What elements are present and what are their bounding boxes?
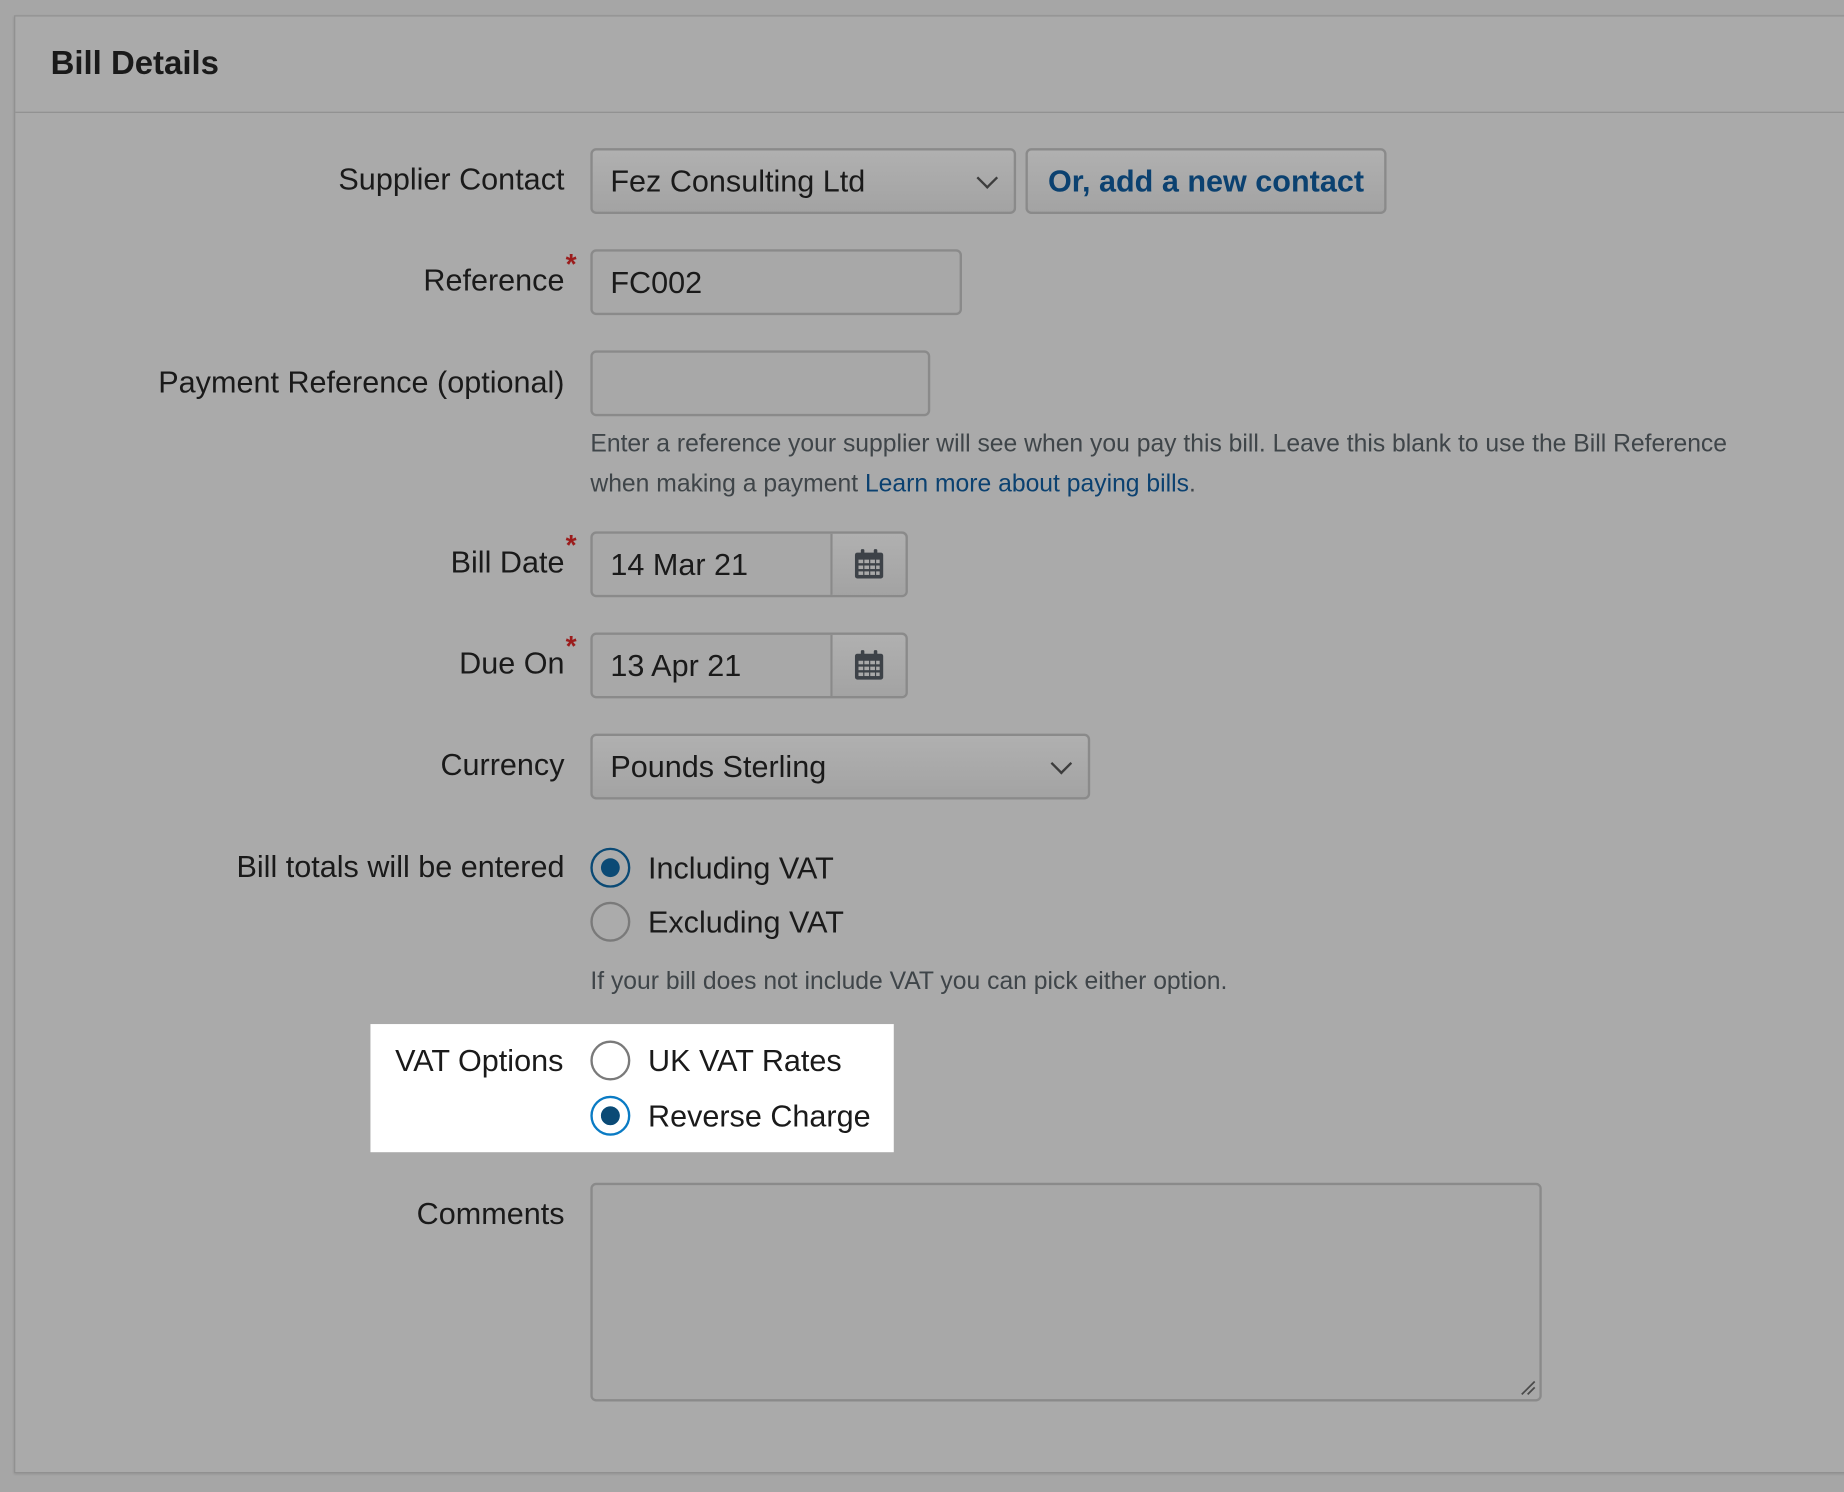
learn-more-paying-bills-link[interactable]: Learn more about paying bills: [865, 470, 1189, 497]
page-stage: Bill Details Supplier Contact Fez Consul…: [0, 0, 1844, 1492]
reference-value: FC002: [610, 263, 703, 300]
payment-reference-label: Payment Reference (optional): [158, 364, 565, 400]
due-on-label: Due On: [459, 645, 565, 681]
comments-label: Comments: [416, 1195, 565, 1231]
due-on-input[interactable]: 13 Apr 21: [593, 635, 831, 696]
uk-vat-rates-radio[interactable]: [590, 1040, 631, 1081]
chevron-down-icon: [976, 167, 999, 189]
reference-input[interactable]: FC002: [590, 249, 962, 316]
uk-vat-rates-option[interactable]: UK VAT Rates: [590, 1039, 842, 1081]
comments-textarea[interactable]: [590, 1182, 1542, 1402]
panel-title: Bill Details: [50, 44, 219, 82]
reference-label: Reference: [423, 262, 565, 298]
uk-vat-rates-label: UK VAT Rates: [647, 1042, 842, 1078]
bill-totals-help: If your bill does not include VAT you ca…: [590, 967, 1228, 995]
reverse-charge-option[interactable]: Reverse Charge: [590, 1095, 871, 1137]
bill-date-field: 14 Mar 21: [590, 531, 908, 598]
vat-options-label: VAT Options: [395, 1042, 564, 1079]
excluding-vat-radio[interactable]: [590, 901, 631, 942]
supplier-contact-label: Supplier Contact: [338, 161, 565, 197]
excluding-vat-option[interactable]: Excluding VAT: [590, 901, 844, 943]
bill-totals-label: Bill totals will be entered: [236, 848, 565, 885]
supplier-contact-select[interactable]: Fez Consulting Ltd: [590, 148, 1017, 214]
supplier-contact-value: Fez Consulting Ltd: [610, 162, 866, 199]
currency-label: Currency: [440, 746, 565, 782]
reverse-charge-radio-dot: [600, 1106, 620, 1126]
bill-date-label: Bill Date: [450, 544, 565, 580]
chevron-down-icon: [1050, 752, 1073, 775]
payment-reference-input[interactable]: [590, 350, 931, 417]
payment-reference-help-line2-wrap: when making a payment Learn more about p…: [590, 464, 1727, 504]
including-vat-option[interactable]: Including VAT: [590, 847, 834, 889]
calendar-icon: [854, 650, 884, 680]
payment-reference-help-line1: Enter a reference your supplier will see…: [590, 430, 1728, 458]
reverse-charge-radio[interactable]: [590, 1095, 631, 1136]
due-on-required-mark: *: [565, 631, 577, 664]
currency-select[interactable]: Pounds Sterling: [590, 733, 1091, 800]
calendar-icon: [854, 549, 884, 579]
payment-reference-help-end: .: [1188, 470, 1196, 498]
payment-reference-help-line2: when making a payment: [590, 470, 859, 498]
panel-header: Bill Details: [15, 16, 1844, 113]
reverse-charge-label: Reverse Charge: [647, 1097, 871, 1133]
payment-reference-help: Enter a reference your supplier will see…: [590, 424, 1727, 504]
due-on-field: 13 Apr 21: [590, 632, 908, 699]
bill-date-input[interactable]: 14 Mar 21: [593, 534, 831, 595]
due-on-calendar-button[interactable]: [830, 634, 906, 697]
including-vat-radio[interactable]: [590, 847, 631, 888]
excluding-vat-label: Excluding VAT: [647, 903, 844, 939]
resize-handle-icon[interactable]: [1519, 1379, 1536, 1396]
reference-required-mark: *: [565, 249, 577, 281]
bill-date-calendar-button[interactable]: [830, 533, 906, 595]
bill-date-required-mark: *: [565, 530, 577, 562]
including-vat-label: Including VAT: [647, 849, 834, 885]
add-new-contact-button[interactable]: Or, add a new contact: [1025, 148, 1387, 214]
currency-value: Pounds Sterling: [610, 748, 827, 784]
